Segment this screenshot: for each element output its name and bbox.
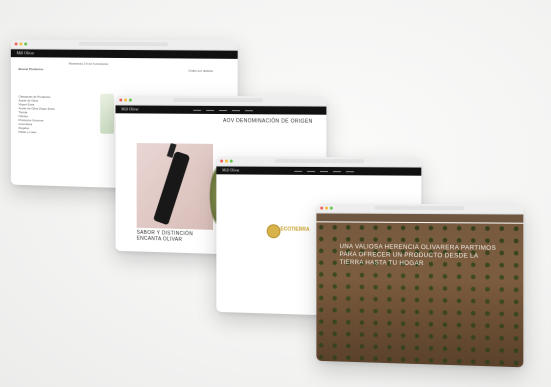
- bottle-icon: [153, 150, 191, 226]
- address-bar[interactable]: [78, 41, 169, 47]
- address-bar[interactable]: [374, 205, 465, 211]
- maximize-dot-icon[interactable]: [128, 98, 132, 102]
- window-controls: [320, 206, 333, 210]
- results-count: Mostrando 1-6 de 6 productos: [68, 61, 109, 66]
- minimize-dot-icon[interactable]: [19, 42, 23, 46]
- nav-link[interactable]: [244, 110, 254, 112]
- nav-link[interactable]: [345, 171, 355, 173]
- nav-link[interactable]: [307, 170, 316, 172]
- product-image[interactable]: [100, 93, 115, 134]
- product-tagline: SABOR Y DISTINCIÓN ENCANTA OLIVAR: [136, 229, 193, 243]
- site-header: Mill Olivar: [216, 166, 422, 176]
- nav-link[interactable]: [219, 110, 227, 112]
- filter-label: Buscar Productos: [18, 67, 44, 72]
- hero-headline: UNA VALIOSA HERENCIA OLIVARERA PARTIMOS …: [339, 243, 497, 268]
- site-logo[interactable]: Mill Olivar: [17, 50, 34, 55]
- product-headline: AOV DENOMINACIÓN DE ORIGEN: [222, 118, 313, 125]
- close-dot-icon[interactable]: [119, 98, 123, 102]
- site-logo[interactable]: Mill Olivar: [222, 167, 239, 172]
- browser-window-hero: UNA VALIOSA HERENCIA OLIVARERA PARTIMOS …: [316, 203, 524, 368]
- window-controls: [119, 98, 132, 102]
- nav-link[interactable]: [193, 109, 202, 111]
- address-bar[interactable]: [173, 97, 264, 103]
- eco-badge-label: ECOTIERRA: [280, 226, 310, 233]
- main-nav: [294, 167, 355, 173]
- nav-link[interactable]: [206, 109, 215, 111]
- close-dot-icon[interactable]: [220, 159, 224, 163]
- sort-select[interactable]: Orden por defecto: [188, 69, 213, 73]
- maximize-dot-icon[interactable]: [329, 206, 333, 210]
- product-photo: [136, 143, 214, 230]
- site-header: Mill Olivar: [10, 49, 238, 59]
- nav-link[interactable]: [294, 170, 303, 172]
- nav-link[interactable]: [332, 171, 341, 173]
- maximize-dot-icon[interactable]: [24, 42, 28, 46]
- site-logo[interactable]: Mill Olivar: [121, 106, 138, 111]
- main-nav: [193, 106, 254, 112]
- minimize-dot-icon[interactable]: [325, 206, 328, 210]
- site-header: [316, 213, 524, 223]
- nav-link[interactable]: [319, 171, 328, 173]
- window-controls: [220, 159, 233, 163]
- site-header: Mill Olivar: [115, 105, 327, 115]
- award-medal-icon: [266, 224, 281, 239]
- sidebar-item[interactable]: Packs y Lotes: [18, 130, 61, 135]
- minimize-dot-icon[interactable]: [225, 159, 228, 163]
- minimize-dot-icon[interactable]: [124, 98, 128, 102]
- mockup-stage: Mill Olivar Mostrando 1-6 de 6 productos…: [0, 0, 551, 387]
- maximize-dot-icon[interactable]: [229, 159, 233, 163]
- window-controls: [14, 42, 28, 46]
- nav-link[interactable]: [231, 110, 240, 112]
- sidebar-category-list: Categorías de Productos Aceite de Oliva …: [18, 95, 61, 135]
- close-dot-icon[interactable]: [320, 206, 324, 210]
- close-dot-icon[interactable]: [14, 42, 18, 46]
- address-bar[interactable]: [274, 158, 365, 164]
